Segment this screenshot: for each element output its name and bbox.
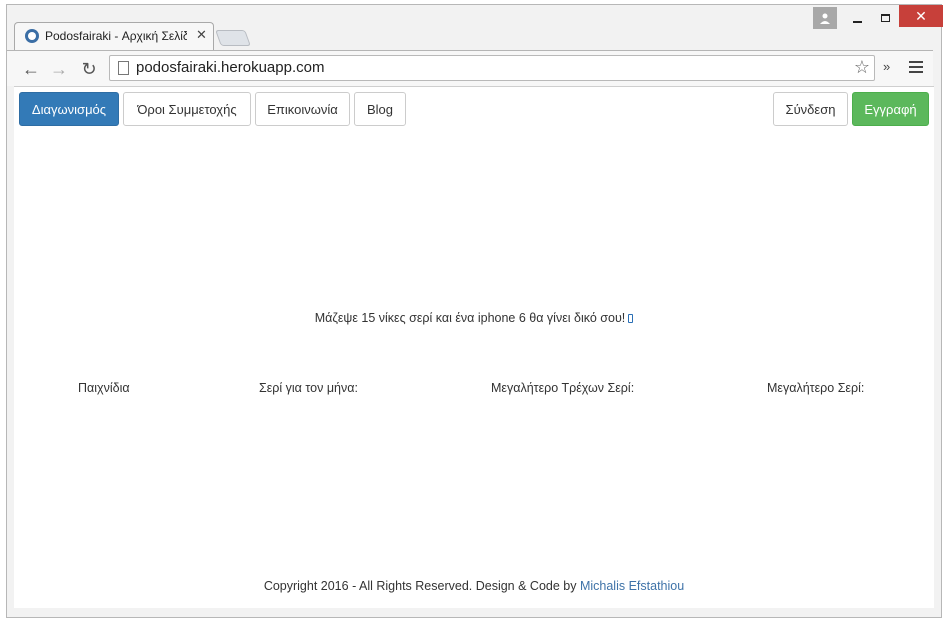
- maximize-button[interactable]: [873, 7, 897, 29]
- ball-icon: [25, 29, 39, 43]
- url-text[interactable]: podosfairaki.herokuapp.com: [136, 59, 324, 76]
- nav-blog-button[interactable]: Blog: [354, 92, 406, 126]
- reload-icon[interactable]: ↻: [79, 59, 99, 79]
- nav-contact-button[interactable]: Επικοινωνία: [255, 92, 350, 126]
- browser-toolbar: ← → ↻ podosfairaki.herokuapp.com ☆ »: [7, 50, 933, 86]
- register-button[interactable]: Εγγραφή: [852, 92, 929, 126]
- author-link[interactable]: Michalis Efstathiou: [580, 579, 684, 593]
- max-streak-label: Μεγαλήτερο Σερί:: [767, 381, 865, 395]
- footer-text: Copyright 2016 - All Rights Reserved. De…: [263, 579, 577, 593]
- games-label: Παιχνίδια: [78, 381, 130, 395]
- promo-message: Μάζεψε 15 νίκες σερί και ένα iphone 6 θα…: [14, 311, 934, 325]
- user-profile-icon[interactable]: [813, 7, 837, 29]
- page-icon: [118, 61, 129, 75]
- extensions-chevron-icon[interactable]: »: [883, 59, 890, 74]
- back-arrow-icon[interactable]: ←: [21, 59, 41, 79]
- menu-icon[interactable]: [909, 61, 923, 76]
- bookmark-star-icon[interactable]: ☆: [854, 57, 870, 78]
- mobile-phone-icon: [628, 314, 634, 323]
- minimize-button[interactable]: [845, 7, 869, 29]
- nav-contest-button[interactable]: Διαγωνισμός: [19, 92, 119, 126]
- month-streak-label: Σερί για τον μήνα:: [259, 381, 358, 395]
- new-tab-button[interactable]: [215, 30, 251, 46]
- address-bar[interactable]: podosfairaki.herokuapp.com ☆: [109, 55, 875, 81]
- page-viewport: Διαγωνισμός Όροι Συμμετοχής Επικοινωνία …: [14, 86, 934, 608]
- login-button[interactable]: Σύνδεση: [773, 92, 848, 126]
- current-streak-label: Μεγαλήτερο Τρέχων Σερί:: [491, 381, 635, 395]
- close-tab-icon[interactable]: ✕: [196, 27, 207, 43]
- browser-tab[interactable]: Podosfairaki - Αρχική Σελίδα ✕: [14, 22, 214, 50]
- forward-arrow-icon[interactable]: →: [49, 59, 69, 79]
- tab-title: Podosfairaki - Αρχική Σελίδα: [45, 29, 187, 43]
- footer: Copyright 2016 - All Rights Reserved. De…: [14, 579, 934, 593]
- close-window-button[interactable]: ✕: [899, 5, 943, 27]
- promo-text: Μάζεψε 15 νίκες σερί και ένα iphone 6 θα…: [314, 311, 626, 325]
- nav-terms-button[interactable]: Όροι Συμμετοχής: [123, 92, 251, 126]
